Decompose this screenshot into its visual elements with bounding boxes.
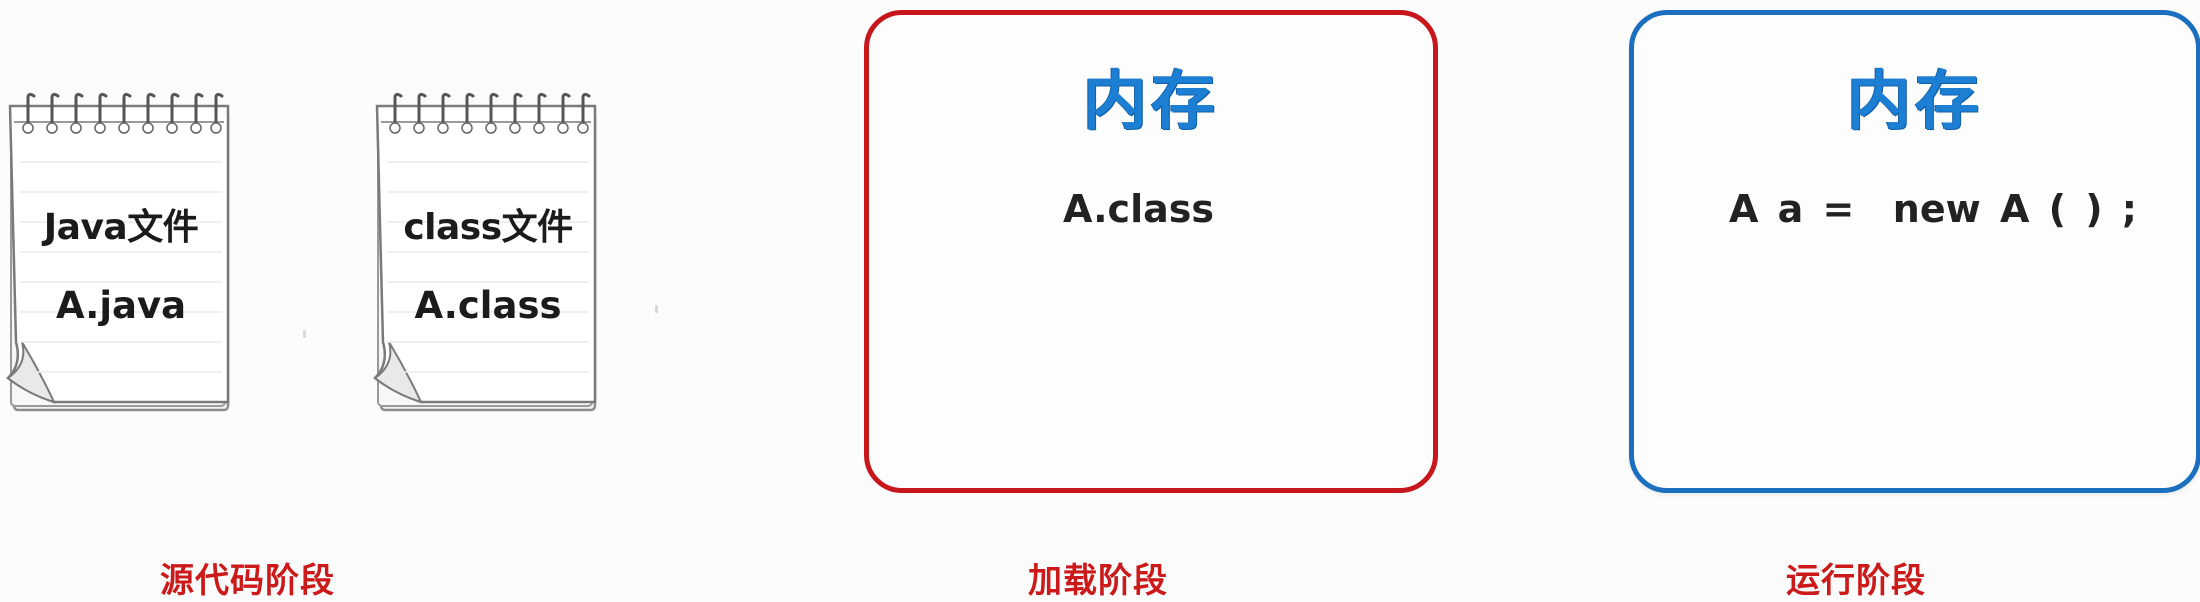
memory-content: A a = new A ( ) ;: [1729, 187, 2137, 231]
notepad-java-file: Java文件 A.java: [6, 92, 236, 414]
notepad-title: class文件: [403, 207, 573, 248]
memory-title: 内存: [1083, 65, 1219, 139]
stage-label-load: 加载阶段: [1028, 561, 1168, 601]
memory-content: A.class: [1063, 187, 1214, 231]
memory-title: 内存: [1847, 65, 1983, 139]
notepad-filename: A.class: [414, 284, 562, 327]
memory-box-load-stage: 内存 A.class: [864, 10, 1438, 493]
separator-dot: [655, 305, 658, 313]
stage-label-source: 源代码阶段: [160, 561, 335, 601]
diagram-canvas: Java文件 A.java class文件 A.class 内存 A.class…: [0, 0, 2200, 602]
notepad-icon: [6, 92, 230, 412]
separator-dot: [303, 330, 306, 338]
notepad-filename: A.java: [55, 284, 187, 327]
memory-box-run-stage: 内存 A a = new A ( ) ;: [1629, 10, 2200, 493]
stage-label-run: 运行阶段: [1786, 561, 1926, 601]
notepad-title: Java文件: [43, 207, 199, 248]
notepad-class-file: class文件 A.class: [373, 92, 603, 414]
notepad-icon: [373, 92, 597, 412]
